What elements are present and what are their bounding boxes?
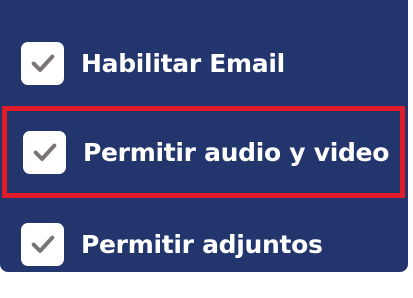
option-permitir-audio-video[interactable]: Permitir audio y video [2,106,405,198]
option-permitir-adjuntos[interactable]: Permitir adjuntos [0,198,408,272]
checkmark-icon [33,143,56,161]
checkmark-icon [31,54,54,72]
checkbox-permitir-adjuntos[interactable] [21,222,64,266]
option-habilitar-email[interactable]: Habilitar Email [0,20,408,106]
option-label: Permitir audio y video [83,137,390,167]
option-label: Permitir adjuntos [81,229,323,259]
checkbox-habilitar-email[interactable] [21,41,64,85]
checkmark-icon [31,235,54,253]
permissions-panel: Habilitar Email Permitir audio y video P… [0,0,408,272]
checkbox-permitir-audio-video[interactable] [23,130,66,174]
option-label: Habilitar Email [81,48,285,78]
